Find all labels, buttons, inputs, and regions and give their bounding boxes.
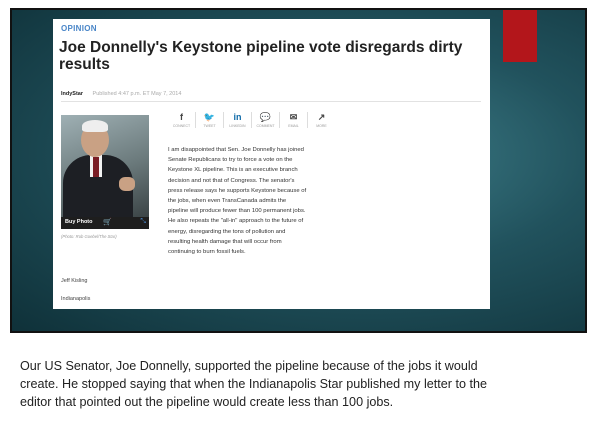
publisher-name[interactable]: IndyStar <box>61 91 83 97</box>
note-line: editor that pointed out the pipeline wou… <box>20 395 394 409</box>
section-label[interactable]: OPINION <box>61 24 97 33</box>
share-label: TWEET <box>203 124 216 128</box>
body-line: Keystone XL pipeline. This is an executi… <box>168 167 298 174</box>
comment-icon: 💬 <box>259 112 272 122</box>
article-photo[interactable] <box>61 115 149 217</box>
body-line: the jobs, when even TransCanada admits t… <box>168 198 287 205</box>
twitter-icon: 🐦 <box>203 112 216 122</box>
accent-bar <box>503 10 537 62</box>
body-line: resulting health damage that will occur … <box>168 238 282 245</box>
linkedin-icon: in <box>233 112 242 122</box>
share-label: MORE <box>316 124 327 128</box>
photo-caption: (Photo: Rob Goebel/The Star) <box>61 234 117 239</box>
share-linkedin[interactable]: in LINKEDIN <box>224 112 252 128</box>
body-line: decision and not that of Congress. The s… <box>168 177 295 184</box>
slide-panel: OPINION Joe Donnelly's Keystone pipeline… <box>10 8 587 333</box>
body-line: press release says he supports Keystone … <box>168 187 307 194</box>
share-more[interactable]: ↗ MORE <box>308 112 335 128</box>
buy-photo-label: Buy Photo <box>65 219 93 225</box>
note-line: Our US Senator, Joe Donnelly, supported … <box>20 359 478 373</box>
photo-figure-hair <box>82 120 108 132</box>
author-city: Indianapolis <box>61 296 91 302</box>
body-line: I am disappointed that Sen. Joe Donnelly… <box>168 147 304 153</box>
article-headline: Joe Donnelly's Keystone pipeline vote di… <box>59 39 463 73</box>
expand-icon[interactable]: ⤡ <box>140 218 146 226</box>
body-line: energy, disregarding the tons of polluti… <box>168 228 286 235</box>
facebook-icon: f <box>180 112 183 122</box>
body-line: pipeline will produce fewer than 100 per… <box>168 208 306 215</box>
email-icon: ✉ <box>289 112 298 122</box>
share-label: CONNECT <box>172 124 191 128</box>
cart-icon: 🛒 <box>103 219 112 226</box>
share-label: COMMENT <box>256 124 275 128</box>
divider <box>61 101 481 102</box>
share-email[interactable]: ✉ EMAIL <box>280 112 308 128</box>
note-line: create. He stopped saying that when the … <box>20 377 487 391</box>
share-label: EMAIL <box>288 124 299 128</box>
buy-photo-bar[interactable]: Buy Photo 🛒 ⤡ <box>61 217 149 229</box>
author-name: Jeff Kisling <box>61 278 88 284</box>
byline: IndyStar Published 4:47 p.m. ET May 7, 2… <box>61 91 181 97</box>
body-line: Senate Republicans to try to force a vot… <box>168 157 293 164</box>
photo-figure-tie <box>93 157 99 177</box>
share-twitter[interactable]: 🐦 TWEET <box>196 112 224 128</box>
share-facebook[interactable]: f CONNECT <box>168 112 196 128</box>
body-line: He also repeats the "all-in" approach to… <box>168 218 304 225</box>
share-toolbar: f CONNECT 🐦 TWEET in LINKEDIN 💬 COMMENT … <box>168 112 335 128</box>
body-line: continuing to burn fossil fuels. <box>168 249 246 256</box>
article-body: I am disappointed that Sen. Joe Donnelly… <box>168 145 340 257</box>
share-comment[interactable]: 💬 COMMENT <box>252 112 280 128</box>
article-screenshot: OPINION Joe Donnelly's Keystone pipeline… <box>53 19 490 309</box>
photo-figure-hand <box>119 177 135 191</box>
publish-date: Published 4:47 p.m. ET May 7, 2014 <box>92 91 182 97</box>
slide-note: Our US Senator, Joe Donnelly, supported … <box>20 357 576 411</box>
share-label: LINKEDIN <box>229 124 246 128</box>
more-icon: ↗ <box>317 112 326 122</box>
